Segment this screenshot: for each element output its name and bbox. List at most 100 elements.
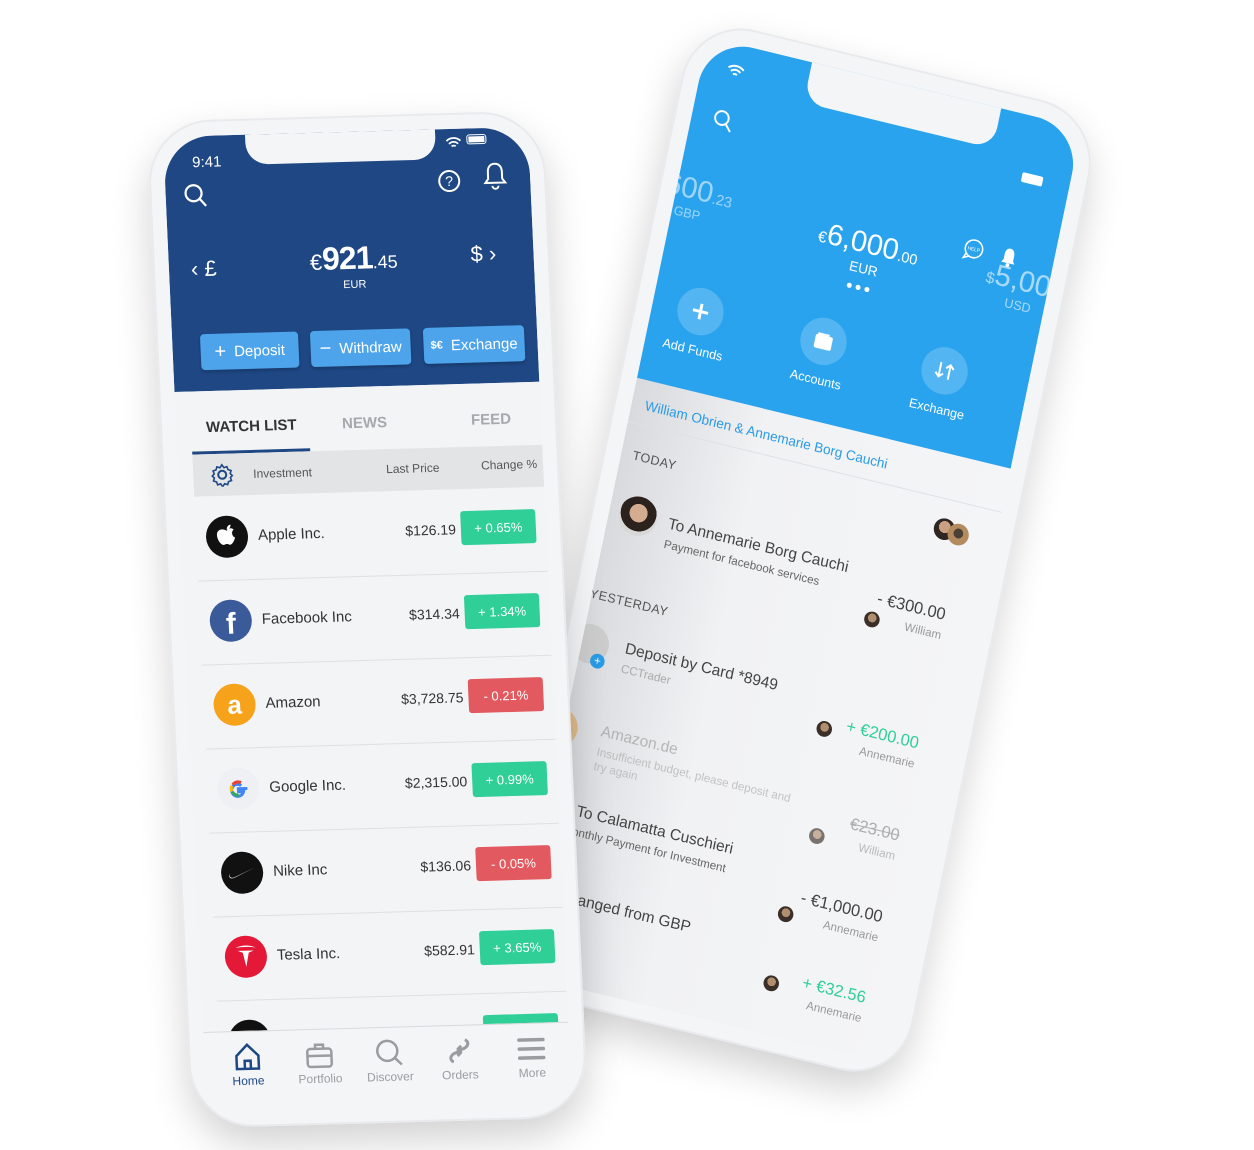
balance-display: €921.45 EUR <box>248 237 460 294</box>
briefcase-icon <box>306 1043 334 1069</box>
tab-watch-list[interactable]: WATCH LIST <box>206 417 297 437</box>
avatar <box>862 609 882 630</box>
nav-home[interactable]: Home <box>212 1041 284 1089</box>
battery-icon <box>1020 172 1044 187</box>
account-usd[interactable]: $5,00 USD <box>980 257 1054 320</box>
action-label: Accounts <box>788 366 843 393</box>
watchlist-row[interactable]: f Facebook Inc $314.34 + 1.34% <box>197 570 552 666</box>
plus-icon: + <box>213 340 227 363</box>
search-icon[interactable] <box>710 107 736 135</box>
add-funds-button[interactable]: Add Funds <box>644 277 753 368</box>
stock-name: Amazon <box>265 693 321 712</box>
prev-currency-button[interactable]: ‹ £ <box>190 256 217 283</box>
change-badge: + 1.34% <box>463 593 541 630</box>
account-eur[interactable]: €6,000.00 EUR ••• <box>786 211 943 316</box>
account-amount: 5,00 <box>992 258 1054 305</box>
balance-decimals: .45 <box>372 251 399 273</box>
search-icon[interactable] <box>183 183 208 210</box>
bottom-nav: Home Portfolio Discover Orders More <box>203 1021 572 1112</box>
search-icon <box>376 1039 403 1066</box>
avatar <box>815 719 834 739</box>
prev-currency: £ <box>203 255 218 282</box>
wallet-icon <box>795 312 851 370</box>
exchange-button[interactable]: Exchange <box>888 336 997 427</box>
nav-label: Orders <box>441 1067 480 1083</box>
nav-orders[interactable]: Orders <box>424 1035 496 1083</box>
transaction-amount: €23.00 <box>848 814 902 845</box>
stock-name: Facebook Inc <box>261 608 353 628</box>
plus-icon <box>672 282 729 341</box>
section-yesterday: YESTERDAY <box>588 585 670 619</box>
column-change: Change % <box>480 456 538 473</box>
battery-icon <box>466 133 487 145</box>
nike-logo <box>220 851 265 895</box>
button-label: Withdraw <box>338 338 403 357</box>
nav-label: Discover <box>366 1069 415 1085</box>
wifi-icon <box>445 137 462 148</box>
stock-price: $136.06 <box>420 857 472 875</box>
avatar <box>615 492 661 541</box>
watchlist-row[interactable]: a Amazon $3,728.75 - 0.21% <box>201 654 556 750</box>
change-badge: + 0.99% <box>471 761 548 798</box>
swap-arrows-icon <box>917 342 973 400</box>
currency-code: EUR <box>342 278 367 292</box>
help-icon[interactable]: ? <box>437 169 462 194</box>
svg-text:HELP: HELP <box>967 245 981 254</box>
watchlist-row[interactable]: Tesla Inc. $582.91 + 3.65% <box>213 906 567 1002</box>
watchlist-row[interactable]: Nike Inc $136.06 - 0.05% <box>209 822 563 918</box>
exchange-button[interactable]: $€ Exchange <box>422 325 526 364</box>
change-badge: - 0.21% <box>467 677 545 714</box>
nav-discover[interactable]: Discover <box>354 1037 426 1085</box>
column-last-price: Last Price <box>385 460 440 477</box>
minus-icon: − <box>319 337 332 360</box>
transaction-amount: + €200.00 <box>844 716 921 753</box>
change-badge: + 3.65% <box>478 929 556 966</box>
nav-portfolio[interactable]: Portfolio <box>284 1039 356 1087</box>
stock-price: $126.19 <box>404 521 457 539</box>
facebook-logo: f <box>208 599 253 643</box>
status-time: 9:41 <box>191 153 222 172</box>
notch <box>244 129 437 165</box>
action-label: Add Funds <box>661 335 724 364</box>
orders-icon <box>449 1038 470 1064</box>
withdraw-button[interactable]: − Withdraw <box>309 328 412 368</box>
home-icon <box>235 1043 261 1071</box>
nav-more[interactable]: More <box>496 1033 568 1081</box>
balance-header: 9:41 ? ‹ £ €921.45 EUR $ › + Deposit − Wit… <box>163 126 540 392</box>
section-today: TODAY <box>631 447 678 473</box>
watchlist-row[interactable]: Apple Inc. $126.19 + 0.65% <box>194 486 548 582</box>
gear-icon[interactable] <box>210 462 235 488</box>
svg-text:?: ? <box>445 173 454 189</box>
phone-screen: 9:41 ? ‹ £ €921.45 EUR $ › + Deposit − Wit… <box>163 126 572 1112</box>
watchlist-row[interactable]: Google Inc. $2,315.00 + 0.99% <box>205 738 560 834</box>
avatar <box>807 826 827 846</box>
deposit-button[interactable]: + Deposit <box>199 331 300 371</box>
nav-label: Home <box>232 1073 265 1089</box>
action-label: Exchange <box>907 394 966 423</box>
stock-name: Google Inc. <box>268 776 347 796</box>
stock-name: Apple Inc. <box>257 524 326 544</box>
amazon-logo: a <box>212 683 257 727</box>
change-badge: - 0.05% <box>475 845 552 882</box>
accounts-button[interactable]: Accounts <box>767 307 876 398</box>
avatar <box>762 973 781 993</box>
transaction-amount: - €300.00 <box>875 589 948 624</box>
currency-exchange-icon: $€ <box>430 339 444 352</box>
stock-name: Tesla Inc. <box>276 945 341 964</box>
stock-price: $314.34 <box>408 605 461 623</box>
apple-logo <box>205 515 249 559</box>
account-decimals: .23 <box>710 190 734 212</box>
next-currency-button[interactable]: $ › <box>470 241 497 268</box>
stock-price: $582.91 <box>423 941 476 959</box>
nav-label: More <box>518 1065 547 1081</box>
menu-icon <box>517 1037 546 1060</box>
bell-icon[interactable] <box>482 160 508 191</box>
google-logo <box>216 767 261 811</box>
column-investment: Investment <box>252 465 313 481</box>
avatar <box>776 904 795 924</box>
tab-feed[interactable]: FEED <box>471 411 512 429</box>
wifi-icon <box>728 64 745 76</box>
help-chat-icon[interactable]: HELP <box>960 236 988 265</box>
stock-price: $3,728.75 <box>400 689 464 708</box>
tab-news[interactable]: NEWS <box>342 414 388 432</box>
